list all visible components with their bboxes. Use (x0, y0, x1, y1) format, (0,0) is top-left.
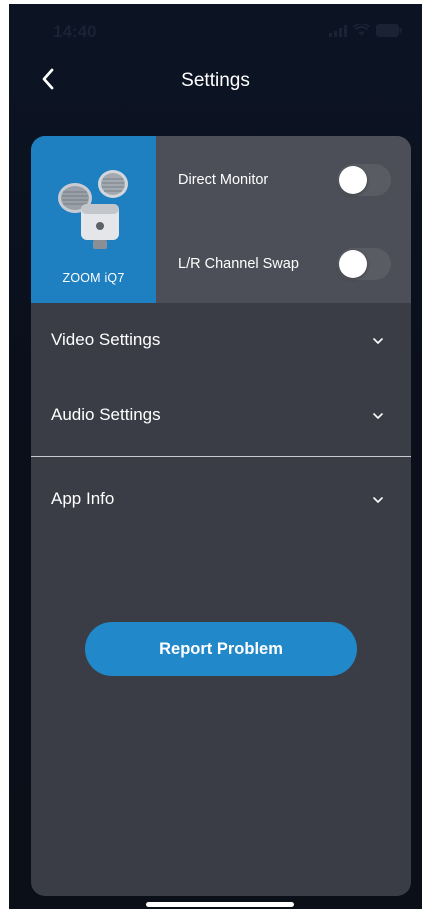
status-bar: 14:40 (9, 4, 422, 56)
switch-knob (339, 250, 367, 278)
report-problem-button[interactable]: Report Problem (85, 622, 357, 676)
toggle-label: Direct Monitor (178, 172, 269, 188)
microphone-device-image (51, 164, 141, 254)
wifi-icon (353, 24, 370, 37)
toggle-row-direct-monitor: Direct Monitor (156, 136, 411, 220)
switch-knob (339, 166, 367, 194)
section-label: App Info (51, 489, 115, 508)
section-app-info[interactable]: App Info (31, 465, 411, 535)
divider (31, 456, 411, 457)
toggle-row-channel-swap: L/R Channel Swap (156, 220, 411, 304)
home-indicator[interactable] (146, 902, 294, 907)
section-label: Video Settings (51, 330, 161, 349)
settings-panel: ZOOM iQ7 Direct Monitor L/R Channel Swap… (31, 136, 411, 896)
page-title: Settings (181, 70, 250, 91)
status-time: 14:40 (53, 22, 97, 41)
toggle-label: L/R Channel Swap (178, 256, 299, 272)
section-video-settings[interactable]: Video Settings (31, 306, 411, 376)
status-icons (329, 24, 402, 37)
device-name: ZOOM iQ7 (62, 271, 125, 285)
section-audio-settings[interactable]: Audio Settings (31, 381, 411, 451)
chevron-down-icon (371, 493, 385, 507)
chevron-down-icon (371, 334, 385, 348)
chevron-down-icon (371, 409, 385, 423)
nav-bar: Settings (9, 56, 422, 106)
signal-icon (329, 24, 347, 37)
app-screen: 14:40 Settings ZOOM iQ7 Direct Monitor L… (9, 4, 422, 909)
direct-monitor-switch[interactable] (337, 164, 391, 196)
section-label: Audio Settings (51, 405, 161, 424)
battery-icon (376, 24, 402, 37)
toggle-group: Direct Monitor L/R Channel Swap (156, 136, 411, 303)
device-card: ZOOM iQ7 (31, 136, 156, 303)
lr-channel-swap-switch[interactable] (337, 248, 391, 280)
